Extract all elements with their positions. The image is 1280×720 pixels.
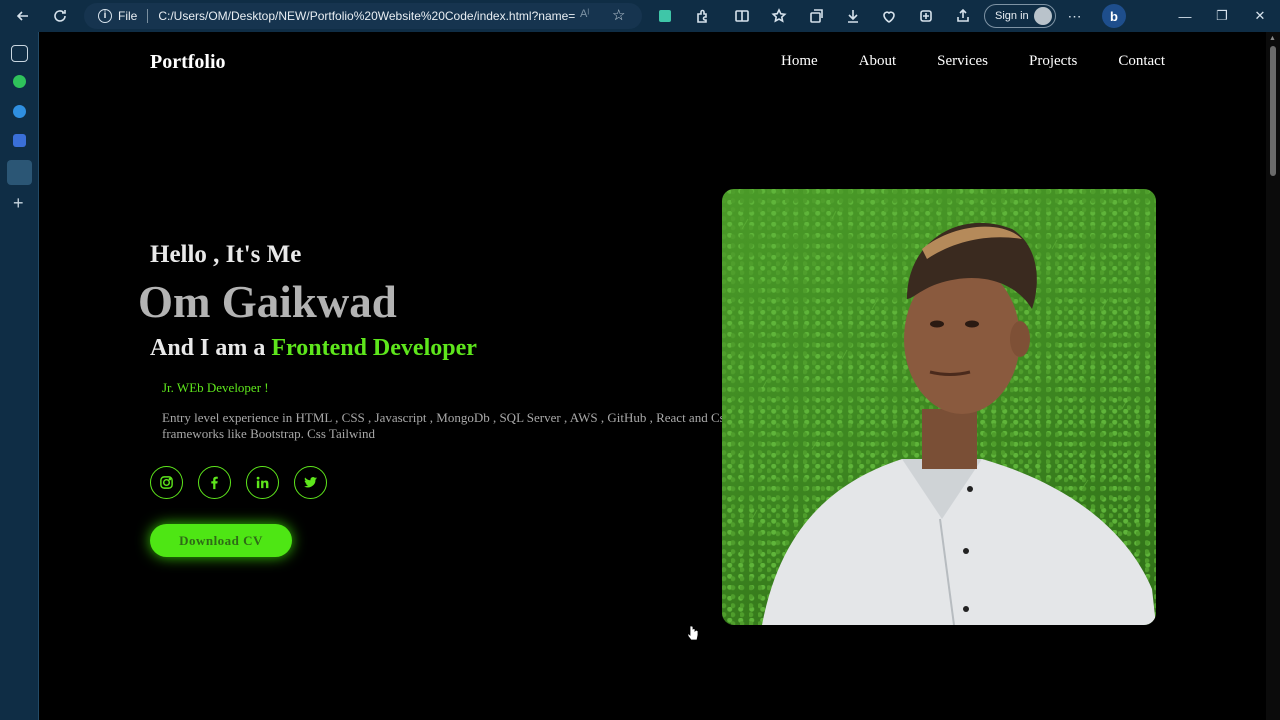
- collections-icon[interactable]: [801, 1, 831, 31]
- browser-essentials-icon[interactable]: [911, 1, 941, 31]
- read-aloud-icon[interactable]: Aˡ: [580, 8, 589, 20]
- address-prefix: File: [118, 9, 138, 23]
- refresh-icon[interactable]: [45, 1, 75, 31]
- extensions-puzzle-icon[interactable]: [687, 1, 717, 31]
- nav-home[interactable]: Home: [781, 53, 818, 70]
- tab-actions-icon[interactable]: [11, 45, 28, 62]
- more-options-icon[interactable]: ⋯: [1060, 1, 1090, 31]
- sidebar-app-green-icon[interactable]: [13, 75, 26, 88]
- performance-icon[interactable]: [874, 1, 904, 31]
- url-text[interactable]: C:/Users/OM/Desktop/NEW/Portfolio%20Webs…: [158, 9, 576, 23]
- sidebar-app-edge-icon[interactable]: [13, 105, 26, 118]
- restore-icon[interactable]: ❐: [1203, 0, 1241, 32]
- role-prefix: And I am a: [150, 335, 266, 361]
- twitter-icon[interactable]: [294, 466, 327, 499]
- site-info-icon[interactable]: i: [98, 9, 112, 23]
- download-cv-button[interactable]: Download CV: [150, 524, 292, 557]
- browser-sidebar: +: [0, 32, 39, 720]
- nav-about[interactable]: About: [859, 53, 897, 70]
- minimize-icon[interactable]: —: [1166, 0, 1204, 32]
- downloads-icon[interactable]: [838, 1, 868, 31]
- share-icon[interactable]: [948, 1, 978, 31]
- social-links: [150, 466, 342, 499]
- linkedin-icon[interactable]: [246, 466, 279, 499]
- site-logo[interactable]: Portfolio: [150, 51, 226, 74]
- profile-avatar-icon: [1034, 7, 1052, 25]
- back-icon[interactable]: [8, 1, 38, 31]
- hero-role: And I am a Frontend Developer: [150, 335, 477, 362]
- nav-projects[interactable]: Projects: [1029, 53, 1077, 70]
- hero-subtitle: Jr. WEb Developer !: [162, 380, 269, 395]
- split-screen-icon[interactable]: [727, 1, 757, 31]
- add-sidebar-app-icon[interactable]: +: [13, 193, 24, 214]
- sidebar-document-icon[interactable]: [7, 160, 32, 185]
- role-highlight: Frontend Developer: [271, 335, 477, 361]
- profile-photo: [722, 189, 1156, 625]
- address-divider: [147, 9, 149, 23]
- copilot-icon[interactable]: b: [1102, 4, 1126, 28]
- extension-icon[interactable]: [650, 1, 680, 31]
- address-bar[interactable]: i File C:/Users/OM/Desktop/NEW/Portfolio…: [84, 3, 642, 29]
- nav-services[interactable]: Services: [937, 53, 988, 70]
- favorites-icon[interactable]: [764, 1, 794, 31]
- close-icon[interactable]: ✕: [1241, 0, 1279, 32]
- main-nav: Home About Services Projects Contact: [781, 53, 1165, 70]
- hero-description: Entry level experience in HTML , CSS , J…: [162, 410, 730, 441]
- nav-contact[interactable]: Contact: [1118, 53, 1165, 70]
- page-scrollbar[interactable]: ▲: [1266, 32, 1280, 720]
- scroll-up-arrow-icon[interactable]: ▲: [1269, 34, 1276, 42]
- sidebar-app-shield-icon[interactable]: [13, 134, 26, 147]
- sign-in-label: Sign in: [995, 10, 1029, 22]
- hero-greeting: Hello , It's Me: [150, 241, 302, 268]
- favorite-star-icon[interactable]: ☆: [612, 6, 625, 24]
- mouse-cursor-icon: [687, 625, 699, 641]
- sign-in-button[interactable]: Sign in: [984, 4, 1056, 28]
- hero-name: Om Gaikwad: [138, 277, 397, 327]
- scrollbar-thumb[interactable]: [1270, 46, 1276, 176]
- portfolio-page: Portfolio Home About Services Projects C…: [40, 32, 1266, 720]
- instagram-icon[interactable]: [150, 466, 183, 499]
- browser-toolbar: i File C:/Users/OM/Desktop/NEW/Portfolio…: [0, 0, 1280, 32]
- facebook-icon[interactable]: [198, 466, 231, 499]
